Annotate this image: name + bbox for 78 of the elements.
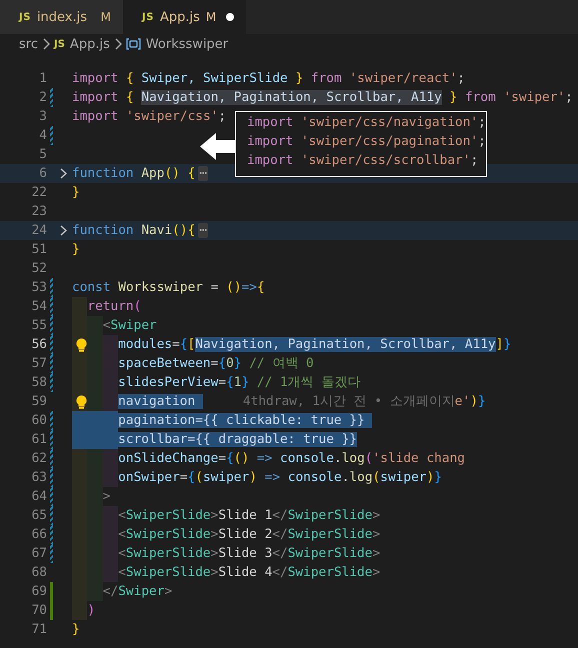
line-number: 67 xyxy=(30,545,47,563)
code-line: return( xyxy=(87,298,142,316)
fold-ellipsis[interactable]: ⋯ xyxy=(198,166,208,181)
line-number: 4 xyxy=(38,127,47,145)
line-number: 58 xyxy=(30,374,47,392)
js-file-icon: JS xyxy=(142,12,154,22)
breadcrumb-item[interactable]: src xyxy=(19,36,38,52)
git-status: M xyxy=(206,10,216,24)
code-line: const Worksswiper = ()=>{ xyxy=(72,279,265,297)
line-number: 60 xyxy=(30,412,47,430)
line-number: 22 xyxy=(30,184,47,202)
line-number: 71 xyxy=(30,621,47,639)
line-number: 65 xyxy=(30,507,47,525)
code-line: } xyxy=(72,621,80,639)
line-number: 59 xyxy=(30,393,47,411)
git-status: M xyxy=(100,10,111,24)
lightbulb-icon[interactable] xyxy=(76,395,87,409)
js-file-icon: JS xyxy=(19,12,31,22)
variable-icon xyxy=(126,38,141,50)
line-number: 56 xyxy=(30,336,47,354)
line-number: 24 xyxy=(30,222,47,240)
file-tab[interactable]: JS App.js M xyxy=(123,0,246,34)
code-line: spaceBetween={0} // 여백 0 xyxy=(118,355,314,373)
line-number: 61 xyxy=(30,431,47,449)
line-number: 66 xyxy=(30,526,47,544)
line-number: 52 xyxy=(30,260,47,278)
code-line: <SwiperSlide>Slide 3</SwiperSlide> xyxy=(118,545,380,563)
line-number: 63 xyxy=(30,469,47,487)
code-line: import 'swiper/css'; xyxy=(72,108,226,126)
code-line: import 'swiper/css/pagination'; xyxy=(247,133,486,151)
fold-ellipsis[interactable]: ⋯ xyxy=(198,223,208,238)
code-line: <SwiperSlide>Slide 2</SwiperSlide> xyxy=(118,526,380,544)
line-number: 54 xyxy=(30,298,47,316)
left-arrow-icon xyxy=(200,133,235,160)
chevron-icon xyxy=(114,38,122,50)
js-file-icon: JS xyxy=(54,38,65,50)
code-line: > xyxy=(102,488,110,506)
line-number: 68 xyxy=(30,564,47,582)
blame-annotation: 4thdraw, 1시간 전 • 소개페이지 xyxy=(242,393,455,411)
file-tab[interactable]: JS index.js M xyxy=(0,0,123,34)
breadcrumb-item[interactable]: JS App.js xyxy=(54,36,110,52)
line-number: 1 xyxy=(38,70,47,88)
lightbulb-icon[interactable] xyxy=(76,338,87,352)
line-number: 57 xyxy=(30,355,47,373)
code-line: function App() { xyxy=(72,165,196,183)
code-line: import { Navigation, Pagination, Scrollbar, A11y } from 'swiper'; xyxy=(72,89,573,107)
code-line: </Swiper> xyxy=(102,583,172,601)
line-number: 70 xyxy=(30,602,47,620)
line-number: 55 xyxy=(30,317,47,335)
line-number: 5 xyxy=(38,146,47,164)
chevron-icon xyxy=(42,38,50,50)
line-number: 51 xyxy=(30,241,47,259)
line-number: 69 xyxy=(30,583,47,601)
code-line: <Swiper xyxy=(102,317,157,335)
code-line: } xyxy=(72,241,80,259)
code-line: <SwiperSlide>Slide 4</SwiperSlide> xyxy=(118,564,380,582)
line-number: 3 xyxy=(38,108,47,126)
code-line: onSwiper={(swiper) => console.log(swiper)} xyxy=(118,469,442,487)
code-line: } xyxy=(72,184,80,202)
code-line: import { Swiper, SwiperSlide } from 'swiper/react'; xyxy=(72,70,465,88)
code-line: function Navi(){ xyxy=(72,222,196,240)
line-number: 53 xyxy=(30,279,47,297)
chevron-icon[interactable] xyxy=(60,168,67,179)
line-number: 23 xyxy=(30,203,47,221)
code-line: e')} xyxy=(454,393,486,411)
chevron-icon[interactable] xyxy=(60,225,67,236)
code-line: slidesPerView={1} // 1개씩 돌겠다 xyxy=(118,374,360,392)
line-number: 6 xyxy=(38,165,47,183)
code-line: import 'swiper/css/navigation'; xyxy=(247,114,486,132)
code-line: ) xyxy=(87,602,96,620)
code-line: modules={[Navigation, Pagination, Scrollbar, A11y]} xyxy=(118,336,512,354)
line-number: 2 xyxy=(38,89,47,107)
line-number: 64 xyxy=(30,488,47,506)
code-line: <SwiperSlide>Slide 1</SwiperSlide> xyxy=(118,507,380,525)
line-number: 62 xyxy=(30,450,47,468)
code-line: onSlideChange={() => console.log('slide chang xyxy=(118,450,465,468)
breadcrumb-item[interactable]: Worksswiper xyxy=(126,36,228,52)
code-line: import 'swiper/css/scrollbar'; xyxy=(247,152,478,170)
